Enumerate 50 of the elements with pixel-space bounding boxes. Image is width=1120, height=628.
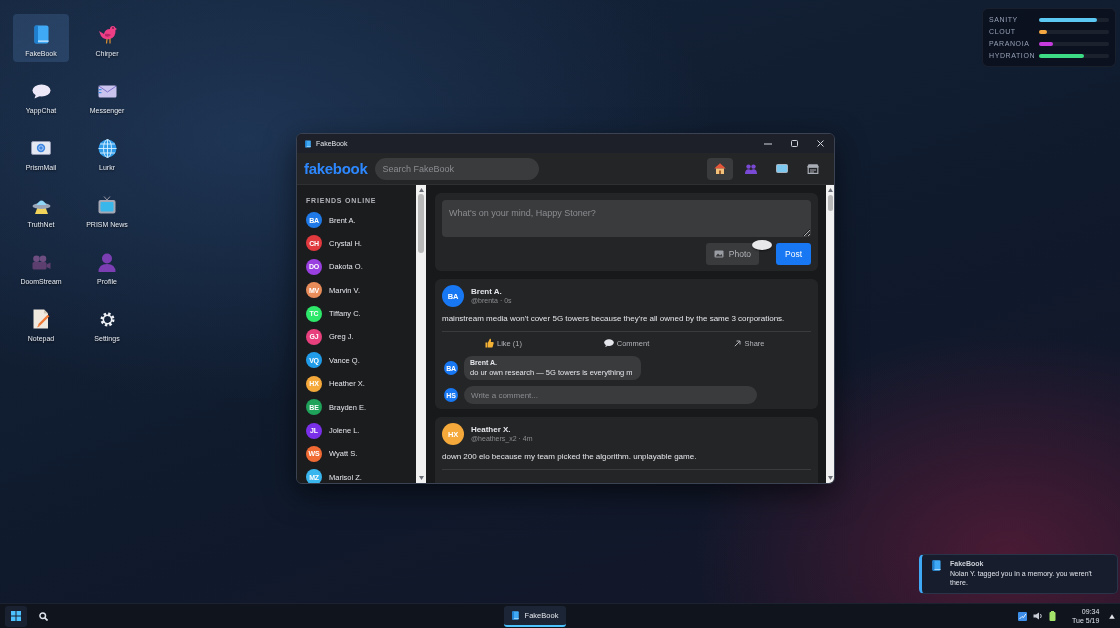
scrollbar[interactable] [416, 185, 426, 483]
speech-bubble-icon [603, 339, 614, 347]
tooltip-bubble [752, 240, 772, 250]
caret-down-icon[interactable] [827, 476, 833, 480]
maximize-icon [790, 140, 798, 147]
scrollbar-thumb[interactable] [418, 194, 424, 253]
close-icon [816, 140, 824, 147]
mail-icon [31, 141, 51, 155]
post-text: mainstream media won't cover 5G towers because they're all owned by the same 3 corporations. [442, 315, 786, 323]
search-icon[interactable] [39, 611, 48, 621]
grid-icon[interactable] [11, 611, 21, 621]
speech-bubble-icon [31, 83, 51, 99]
speaker-icon[interactable] [1033, 612, 1043, 620]
people-icon[interactable] [745, 163, 757, 174]
start-button[interactable] [5, 605, 27, 627]
thumbs-up-icon [485, 338, 494, 348]
post-input[interactable]: What's on your mind, Happy Stoner? [442, 200, 811, 237]
scrollbar-thumb[interactable] [827, 195, 833, 211]
nav-tab[interactable] [707, 157, 733, 180]
minimize-icon [764, 142, 772, 145]
globe-icon [97, 138, 117, 158]
monitor-icon[interactable] [776, 164, 788, 173]
author-name[interactable]: Brent A. [471, 287, 512, 296]
house-icon[interactable] [714, 163, 726, 174]
logo[interactable]: fakebook [304, 160, 368, 177]
battery-icon[interactable] [1049, 611, 1056, 621]
search-field[interactable]: Search FakeBook [375, 157, 540, 180]
caret-up-icon[interactable] [1109, 613, 1115, 619]
post-button[interactable]: Post [776, 243, 811, 265]
comment-input[interactable]: Write a comment... [464, 386, 757, 404]
person-icon [98, 252, 116, 272]
video-camera-icon [31, 254, 51, 270]
store-icon[interactable] [807, 163, 819, 174]
book-icon [33, 24, 49, 44]
arrow-icon [734, 339, 742, 347]
caret-down-icon[interactable] [418, 476, 424, 480]
envelope-icon [97, 84, 117, 98]
picture-icon [713, 250, 724, 258]
book-icon [932, 560, 941, 571]
author-name[interactable]: Heather X. [471, 425, 533, 434]
scrollbar[interactable] [826, 185, 834, 483]
tv-icon [98, 196, 116, 214]
notepad-icon [32, 309, 50, 329]
book-icon [305, 139, 311, 148]
photo-button[interactable]: Photo [705, 243, 759, 265]
settings-icon [99, 311, 115, 327]
post-text: down 200 elo because my team picked the algorithm. unplayable game. [442, 453, 698, 461]
chart-icon[interactable] [1018, 611, 1027, 621]
book-icon [511, 610, 519, 620]
bird-icon [97, 24, 117, 44]
